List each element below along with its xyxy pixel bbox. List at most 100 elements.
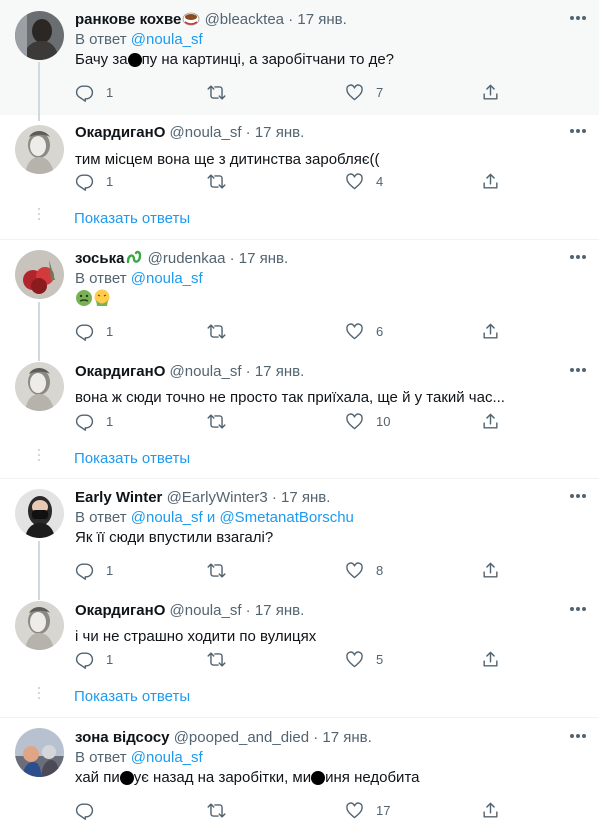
more-icon[interactable] — [569, 366, 587, 374]
more-icon[interactable] — [569, 605, 587, 613]
author-name[interactable]: зоська — [75, 250, 124, 267]
like-count: 8 — [376, 562, 384, 578]
heart-icon — [345, 650, 364, 669]
mention-link[interactable]: @SmetanatBorschu — [219, 509, 353, 526]
tweet[interactable]: ОкардиганО @noula_sf · 17 янв. вона ж сю… — [0, 355, 599, 478]
share-icon — [481, 172, 500, 191]
mention-link[interactable]: @noula_sf — [131, 509, 203, 526]
tweet-date[interactable]: 17 янв. — [239, 250, 288, 267]
retweet-icon — [207, 801, 226, 820]
author-name[interactable]: ранкове кохве — [75, 11, 181, 28]
tweet-date[interactable]: 17 янв. — [255, 602, 304, 619]
tweet-date[interactable]: 17 янв. — [322, 729, 371, 746]
tweet[interactable]: зоська @rudenkaa · 17 янв. В ответ @noul… — [0, 240, 599, 355]
avatar[interactable] — [15, 601, 64, 650]
author-handle[interactable]: @rudenkaa — [148, 250, 226, 267]
avatar[interactable] — [15, 489, 64, 538]
separator: · — [245, 602, 251, 619]
author-name[interactable]: ОкардиганО — [75, 602, 165, 619]
reply-button[interactable]: 1 — [75, 560, 113, 580]
reply-button[interactable]: 1 — [75, 321, 113, 341]
like-button[interactable]: 10 — [345, 411, 390, 431]
mention-link[interactable]: @noula_sf — [131, 31, 203, 48]
reply-count: 1 — [106, 651, 114, 667]
tweet[interactable]: ранкове кохве @bleacktea · 17 янв. В отв… — [0, 0, 599, 115]
reply-button[interactable]: 1 — [75, 171, 113, 191]
avatar[interactable] — [15, 250, 64, 299]
tweet[interactable]: ОкардиганО @noula_sf · 17 янв. тим місце… — [0, 115, 599, 240]
retweet-button[interactable] — [207, 649, 226, 669]
share-icon — [481, 83, 500, 102]
show-replies-link[interactable]: Показать ответы — [74, 449, 190, 469]
retweet-button[interactable] — [207, 321, 226, 341]
mention-link[interactable]: @noula_sf — [131, 749, 203, 766]
retweet-button[interactable] — [207, 82, 226, 102]
mention-link[interactable]: @noula_sf — [131, 270, 203, 287]
tweet-date[interactable]: 17 янв. — [297, 11, 346, 28]
author-name[interactable]: ОкардиганО — [75, 363, 165, 380]
author-handle[interactable]: @EarlyWinter3 — [167, 489, 268, 506]
share-button[interactable] — [481, 560, 500, 580]
more-icon[interactable] — [569, 492, 587, 500]
reply-count: 1 — [106, 562, 114, 578]
tweet-actions: 1 4 — [75, 171, 515, 191]
reply-label: В ответ — [75, 749, 127, 766]
retweet-button[interactable] — [207, 411, 226, 431]
thread-line — [38, 355, 40, 361]
reply-button[interactable]: 1 — [75, 82, 113, 102]
share-button[interactable] — [481, 800, 500, 820]
like-button[interactable]: 4 — [345, 171, 383, 191]
tweet[interactable]: зона відсосу @pooped_and_died · 17 янв. … — [0, 718, 599, 828]
reply-context: В ответ @noula_sf — [75, 30, 587, 50]
tweet-text: Бачу за пу на картинці, а заробітчани то … — [75, 50, 587, 70]
author-handle[interactable]: @bleacktea — [205, 11, 284, 28]
tweet[interactable]: ОкардиганО @noula_sf · 17 янв. і чи не с… — [0, 594, 599, 717]
share-button[interactable] — [481, 321, 500, 341]
like-button[interactable]: 7 — [345, 82, 383, 102]
author-handle[interactable]: @noula_sf — [170, 363, 242, 380]
like-button[interactable]: 17 — [345, 800, 390, 820]
more-icon[interactable] — [569, 127, 587, 135]
tweet-date[interactable]: 17 янв. — [255, 124, 304, 141]
reply-button[interactable]: 1 — [75, 649, 113, 669]
author-name[interactable]: ОкардиганО — [75, 124, 165, 141]
reply-button[interactable] — [75, 800, 106, 820]
author-name[interactable]: зона відсосу — [75, 729, 170, 746]
retweet-button[interactable] — [207, 560, 226, 580]
thread-line — [38, 302, 40, 355]
share-button[interactable] — [481, 171, 500, 191]
separator: · — [271, 489, 277, 506]
like-button[interactable]: 8 — [345, 560, 383, 580]
reply-button[interactable]: 1 — [75, 411, 113, 431]
reply-icon — [75, 801, 94, 820]
reply-icon — [75, 561, 94, 580]
avatar[interactable] — [15, 362, 64, 411]
author-handle[interactable]: @pooped_and_died — [174, 729, 309, 746]
share-button[interactable] — [481, 82, 500, 102]
tweet[interactable]: Early Winter @EarlyWinter3 · 17 янв. В о… — [0, 479, 599, 594]
tweet-date[interactable]: 17 янв. — [281, 489, 330, 506]
heart-icon — [345, 83, 364, 102]
author-name[interactable]: Early Winter — [75, 489, 162, 506]
show-replies-link[interactable]: Показать ответы — [74, 209, 190, 229]
author-handle[interactable]: @noula_sf — [170, 602, 242, 619]
reply-icon — [75, 83, 94, 102]
retweet-button[interactable] — [207, 800, 226, 820]
censor-blot — [127, 53, 142, 67]
avatar[interactable] — [15, 728, 64, 777]
like-button[interactable]: 6 — [345, 321, 383, 341]
tweet-date[interactable]: 17 янв. — [255, 363, 304, 380]
more-icon[interactable] — [569, 14, 587, 22]
avatar[interactable] — [15, 11, 64, 60]
show-replies-link[interactable]: Показать ответы — [74, 687, 190, 707]
retweet-button[interactable] — [207, 171, 226, 191]
like-count: 7 — [376, 84, 384, 100]
share-button[interactable] — [481, 411, 500, 431]
like-button[interactable]: 5 — [345, 649, 383, 669]
author-handle[interactable]: @noula_sf — [170, 124, 242, 141]
share-button[interactable] — [481, 649, 500, 669]
heart-icon — [345, 561, 364, 580]
more-icon[interactable] — [569, 253, 587, 261]
more-icon[interactable] — [569, 732, 587, 740]
avatar[interactable] — [15, 125, 64, 174]
